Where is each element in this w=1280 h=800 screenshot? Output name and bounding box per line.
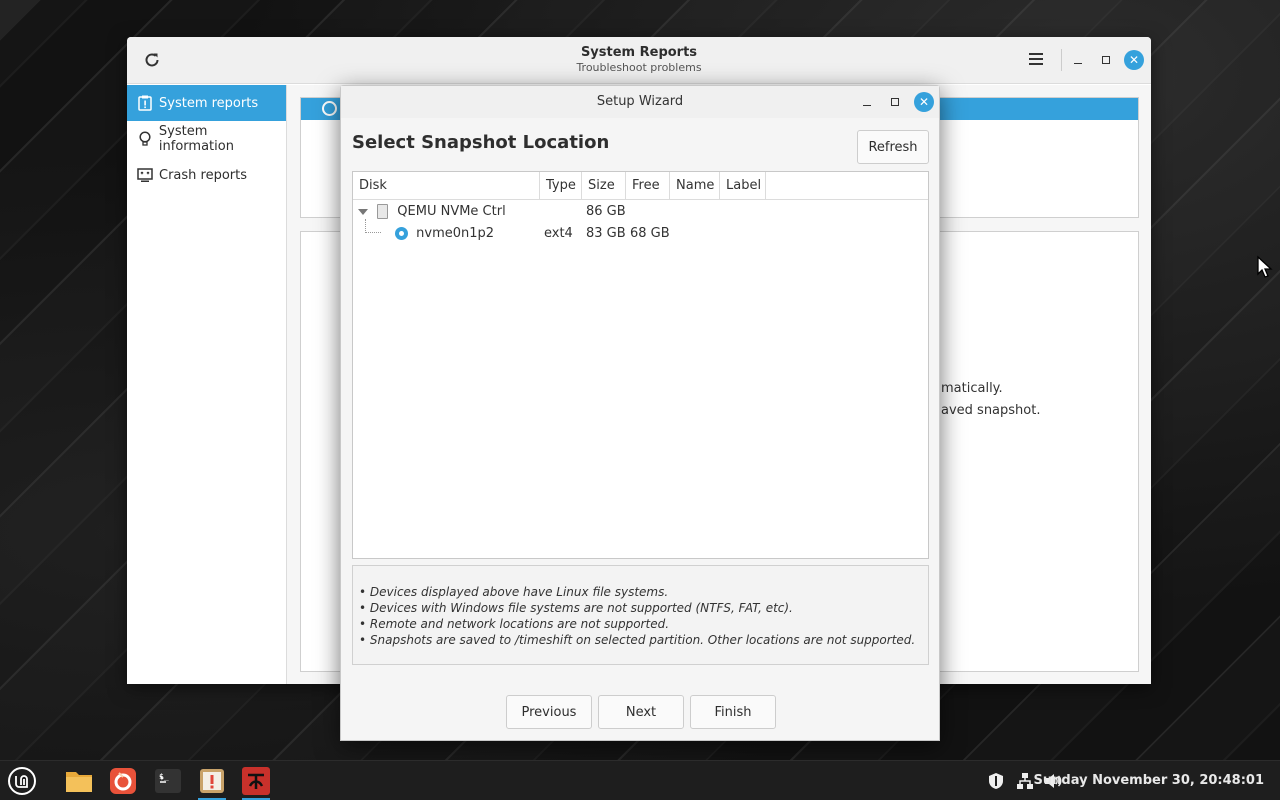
table-header: Disk Type Size Free Name Label xyxy=(353,172,928,200)
note-text: • Devices displayed above have Linux fil… xyxy=(359,585,669,599)
page-heading: Select Snapshot Location xyxy=(352,132,610,153)
size-cell: 86 GB xyxy=(586,204,626,219)
column-free[interactable]: Free xyxy=(626,172,670,200)
type-cell xyxy=(540,201,582,223)
table-row-disk[interactable]: QEMU NVMe Ctrl 86 GB xyxy=(353,201,928,223)
shield-icon[interactable] xyxy=(986,771,1006,791)
type-cell: ext4 xyxy=(544,226,573,241)
disk-cell: nvme0n1p2 xyxy=(353,223,540,245)
wizard-minimize-button[interactable] xyxy=(857,92,877,112)
svg-text:$_: $_ xyxy=(159,772,169,781)
sidebar-item-system-information[interactable]: System information xyxy=(127,121,286,157)
name-cell xyxy=(670,201,720,223)
terminal-icon[interactable]: $_ xyxy=(152,765,184,797)
label-cell xyxy=(720,201,766,223)
system-reports-icon[interactable] xyxy=(196,765,228,800)
crash-monitor-icon xyxy=(137,167,153,183)
hamburger-menu-icon[interactable] xyxy=(1025,50,1047,70)
next-button[interactable]: Next xyxy=(598,695,684,729)
free-cell xyxy=(626,201,670,223)
files-icon[interactable] xyxy=(63,765,95,797)
sidebar-item-system-reports[interactable]: System reports xyxy=(127,85,286,121)
label-cell xyxy=(720,223,766,245)
sidebar-item-label: System reports xyxy=(159,95,259,111)
report-icon xyxy=(137,95,153,111)
titlebar-divider xyxy=(1061,49,1062,71)
sidebar-item-label: System information xyxy=(158,124,234,154)
refresh-button[interactable]: Refresh xyxy=(857,130,929,164)
sidebar: System reports System information Crash … xyxy=(127,85,287,684)
setup-wizard-dialog: Setup Wizard ✕ Select Snapshot Location … xyxy=(340,85,940,741)
partition-radio[interactable] xyxy=(395,227,408,240)
mouse-cursor-icon xyxy=(1257,255,1273,278)
taskbar: $_ Sunday November 30, 20:48:01 xyxy=(0,760,1280,800)
previous-button[interactable]: Previous xyxy=(506,695,592,729)
size-cell: 83 GB xyxy=(586,226,626,241)
window-title: System Reports xyxy=(580,45,698,60)
free-cell: 68 GB xyxy=(630,226,670,241)
finish-button[interactable]: Finish xyxy=(690,695,776,729)
name-cell xyxy=(670,223,720,245)
disk-name: QEMU NVMe Ctrl xyxy=(397,204,506,219)
main-titlebar: System Reports Troubleshoot problems ✕ xyxy=(127,37,1151,84)
firefox-icon[interactable] xyxy=(107,765,139,797)
background-text: aved snapshot. xyxy=(941,403,1041,418)
disk-table: Disk Type Size Free Name Label QEMU NVMe… xyxy=(352,171,929,559)
wizard-close-button[interactable]: ✕ xyxy=(914,92,934,112)
notes-panel: • Devices displayed above have Linux fil… xyxy=(352,565,929,665)
disk-cell: QEMU NVMe Ctrl xyxy=(353,201,540,223)
drive-icon xyxy=(377,204,389,219)
table-row-partition[interactable]: nvme0n1p2 ext4 83 GB 68 GB xyxy=(353,219,928,245)
column-type[interactable]: Type xyxy=(540,172,582,200)
clock-icon xyxy=(322,101,337,116)
note-text: • Devices with Windows file systems are … xyxy=(359,601,793,615)
mint-menu-icon[interactable] xyxy=(6,765,38,797)
close-button[interactable]: ✕ xyxy=(1124,50,1144,70)
sidebar-item-label: Crash reports xyxy=(159,167,248,183)
wizard-titlebar: Setup Wizard ✕ xyxy=(341,86,939,118)
expander-arrow-icon[interactable] xyxy=(358,209,368,215)
lightbulb-icon xyxy=(137,131,153,147)
partition-name: nvme0n1p2 xyxy=(416,226,495,241)
taskbar-clock[interactable]: Sunday November 30, 20:48:01 xyxy=(1034,773,1264,788)
column-disk[interactable]: Disk xyxy=(353,172,540,200)
note-text: • Remote and network locations are not s… xyxy=(359,617,670,631)
window-subtitle: Troubleshoot problems xyxy=(576,61,702,74)
main-title-block: System Reports Troubleshoot problems xyxy=(127,45,1151,74)
background-text: matically. xyxy=(941,381,1003,396)
minimize-button[interactable] xyxy=(1068,50,1088,70)
tree-connector xyxy=(365,219,381,233)
sidebar-item-crash-reports[interactable]: Crash reports xyxy=(127,157,286,193)
network-icon[interactable] xyxy=(1015,771,1035,791)
column-size[interactable]: Size xyxy=(582,172,626,200)
wizard-maximize-button[interactable] xyxy=(885,92,905,112)
note-text: • Snapshots are saved to /timeshift on s… xyxy=(359,633,916,647)
wizard-title: Setup Wizard xyxy=(596,94,684,109)
column-name[interactable]: Name xyxy=(670,172,720,200)
column-label[interactable]: Label xyxy=(720,172,766,200)
timeshift-icon[interactable] xyxy=(240,765,272,800)
maximize-button[interactable] xyxy=(1096,50,1116,70)
